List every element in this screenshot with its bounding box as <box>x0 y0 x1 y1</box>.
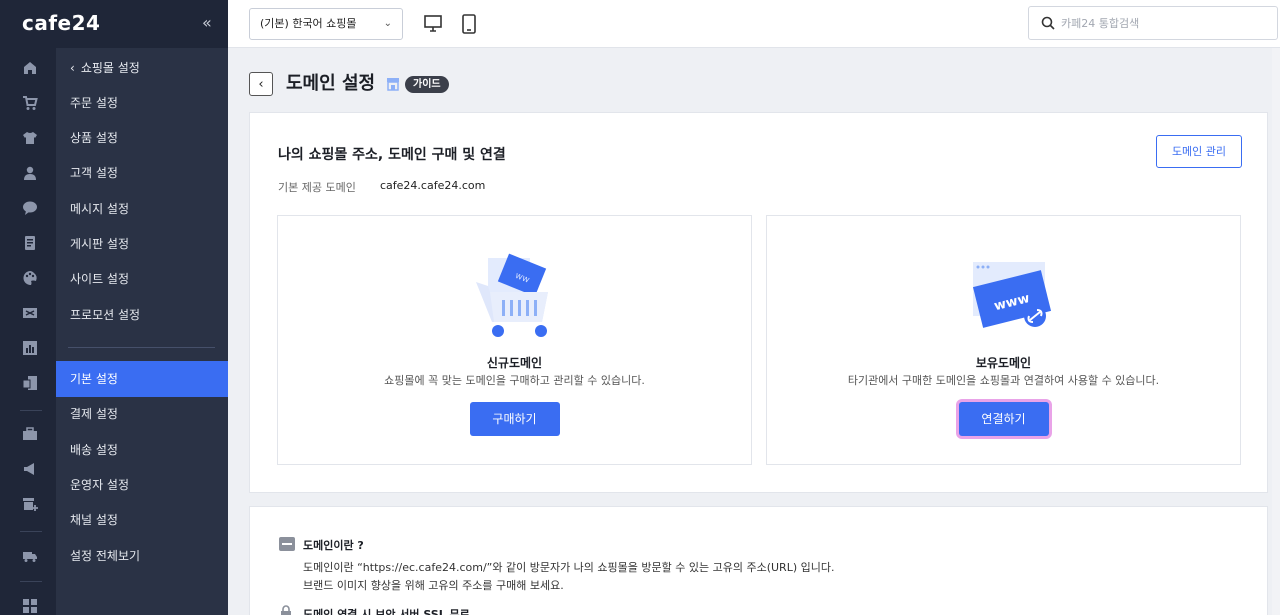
domain-card: 나의 쇼핑몰 주소, 도메인 구매 및 연결 도메인 관리 기본 제공 도메인 … <box>249 112 1268 493</box>
cafe24-logo[interactable]: cafe24 <box>22 11 100 35</box>
menu-item-board[interactable]: 게시판 설정 <box>56 226 228 262</box>
base-domain-value: cafe24.cafe24.com <box>380 179 486 192</box>
shop-select-value: (기본) 한국어 쇼핑몰 <box>260 17 357 30</box>
truck-icon[interactable] <box>22 548 38 564</box>
menu-item-payment[interactable]: 결제 설정 <box>56 396 228 432</box>
shop-select[interactable]: (기본) 한국어 쇼핑몰 ⌄ <box>249 8 403 40</box>
menu-divider <box>68 347 215 348</box>
rail-divider <box>20 581 42 582</box>
chat-icon[interactable] <box>22 200 38 216</box>
own-domain-option: www 보유도메인 타기관에서 구매한 도메인을 쇼핑몰과 연결하여 사용할 수… <box>766 215 1241 465</box>
menu-item-order[interactable]: 주문 설정 <box>56 85 228 121</box>
own-domain-desc: 타기관에서 구매한 도메인을 쇼핑몰과 연결하여 사용할 수 있습니다. <box>847 374 1160 387</box>
sidebar: cafe24 « ‹ 쇼핑몰 설정 주문 설정 상품 설정 고객 설정 메시지 … <box>0 0 228 615</box>
user-icon[interactable] <box>22 165 38 181</box>
menu-item-promotion[interactable]: 프로모션 설정 <box>56 297 228 333</box>
shopping-cart-illustration-icon: ww <box>475 253 548 337</box>
app-icon[interactable] <box>22 375 38 391</box>
new-domain-option: ww 신규도메인 쇼핑몰에 꼭 맞는 도메인을 구매하고 관리할 수 있습니다.… <box>277 215 752 465</box>
chevron-left-icon: ‹ <box>70 61 75 75</box>
desktop-view-icon[interactable] <box>424 14 442 34</box>
menu-item-site[interactable]: 사이트 설정 <box>56 261 228 297</box>
collapse-sidebar-icon[interactable]: « <box>202 13 212 32</box>
board-icon[interactable] <box>22 235 38 251</box>
base-domain-label: 기본 제공 도메인 <box>278 181 356 194</box>
info-line-1: 도메인이란 “https://ec.cafe24.com/”와 같이 방문자가 … <box>303 561 835 574</box>
ssl-info-title: 도메인 연결 시 보안 서버 SSL 무료 <box>303 608 470 615</box>
new-domain-desc: 쇼핑몰에 꼭 맞는 도메인을 구매하고 관리할 수 있습니다. <box>384 374 645 387</box>
icon-rail <box>0 48 56 615</box>
page-title: 도메인 설정 <box>286 73 376 94</box>
page-scrollbar[interactable] <box>1272 48 1280 615</box>
chevron-left-icon: ‹ <box>258 76 264 92</box>
store-add-icon[interactable] <box>22 496 38 512</box>
shirt-icon[interactable] <box>22 130 38 146</box>
menu-item-operator[interactable]: 운영자 설정 <box>56 467 228 503</box>
menu-item-basic[interactable]: 기본 설정 <box>56 361 228 397</box>
guide-badge[interactable]: 가이드 <box>405 76 449 93</box>
chevron-down-icon: ⌄ <box>383 18 392 29</box>
own-domain-title: 보유도메인 <box>975 356 1032 370</box>
logo-bar: cafe24 « <box>0 0 228 48</box>
menu-item-customer[interactable]: 고객 설정 <box>56 155 228 191</box>
global-search <box>1028 6 1278 40</box>
menu-item-shipping[interactable]: 배송 설정 <box>56 432 228 468</box>
grid-icon[interactable] <box>22 598 38 614</box>
briefcase-icon[interactable] <box>22 426 38 442</box>
lock-icon <box>281 605 291 615</box>
promo-icon[interactable] <box>22 305 38 321</box>
store-icon <box>387 78 399 91</box>
buy-domain-button[interactable]: 구매하기 <box>469 402 560 436</box>
menu-item-product[interactable]: 상품 설정 <box>56 120 228 156</box>
cart-icon[interactable] <box>22 95 38 111</box>
domain-info-card: 도메인이란 ? 도메인이란 “https://ec.cafe24.com/”와 … <box>249 506 1268 615</box>
new-domain-title: 신규도메인 <box>486 356 543 370</box>
mobile-view-icon[interactable] <box>460 14 478 34</box>
palette-icon[interactable] <box>22 270 38 286</box>
search-input[interactable] <box>1061 11 1261 35</box>
www-link-illustration-icon: www <box>972 262 1051 328</box>
info-line-2: 브랜드 이미지 향상을 위해 고유의 주소를 구매해 보세요. <box>303 579 564 592</box>
search-icon <box>1041 16 1055 30</box>
domain-manage-button[interactable]: 도메인 관리 <box>1156 135 1242 168</box>
home-icon[interactable] <box>22 60 38 76</box>
menu-back-label: 쇼핑몰 설정 <box>80 61 140 75</box>
menu-item-all-settings[interactable]: 설정 전체보기 <box>56 538 228 574</box>
menu-back-shop-settings[interactable]: ‹ 쇼핑몰 설정 <box>56 50 228 86</box>
top-bar: (기본) 한국어 쇼핑몰 ⌄ <box>228 0 1280 48</box>
info-title: 도메인이란 ? <box>303 539 364 552</box>
menu-item-message[interactable]: 메시지 설정 <box>56 191 228 227</box>
back-button[interactable]: ‹ <box>249 72 273 96</box>
rail-divider <box>20 531 42 532</box>
connect-domain-button[interactable]: 연결하기 <box>958 402 1049 436</box>
rail-divider <box>20 410 42 411</box>
menu-item-channel[interactable]: 채널 설정 <box>56 502 228 538</box>
chart-icon[interactable] <box>22 340 38 356</box>
megaphone-icon[interactable] <box>22 461 38 477</box>
domain-info-icon <box>279 537 295 551</box>
domain-card-title: 나의 쇼핑몰 주소, 도메인 구매 및 연결 <box>278 147 506 163</box>
